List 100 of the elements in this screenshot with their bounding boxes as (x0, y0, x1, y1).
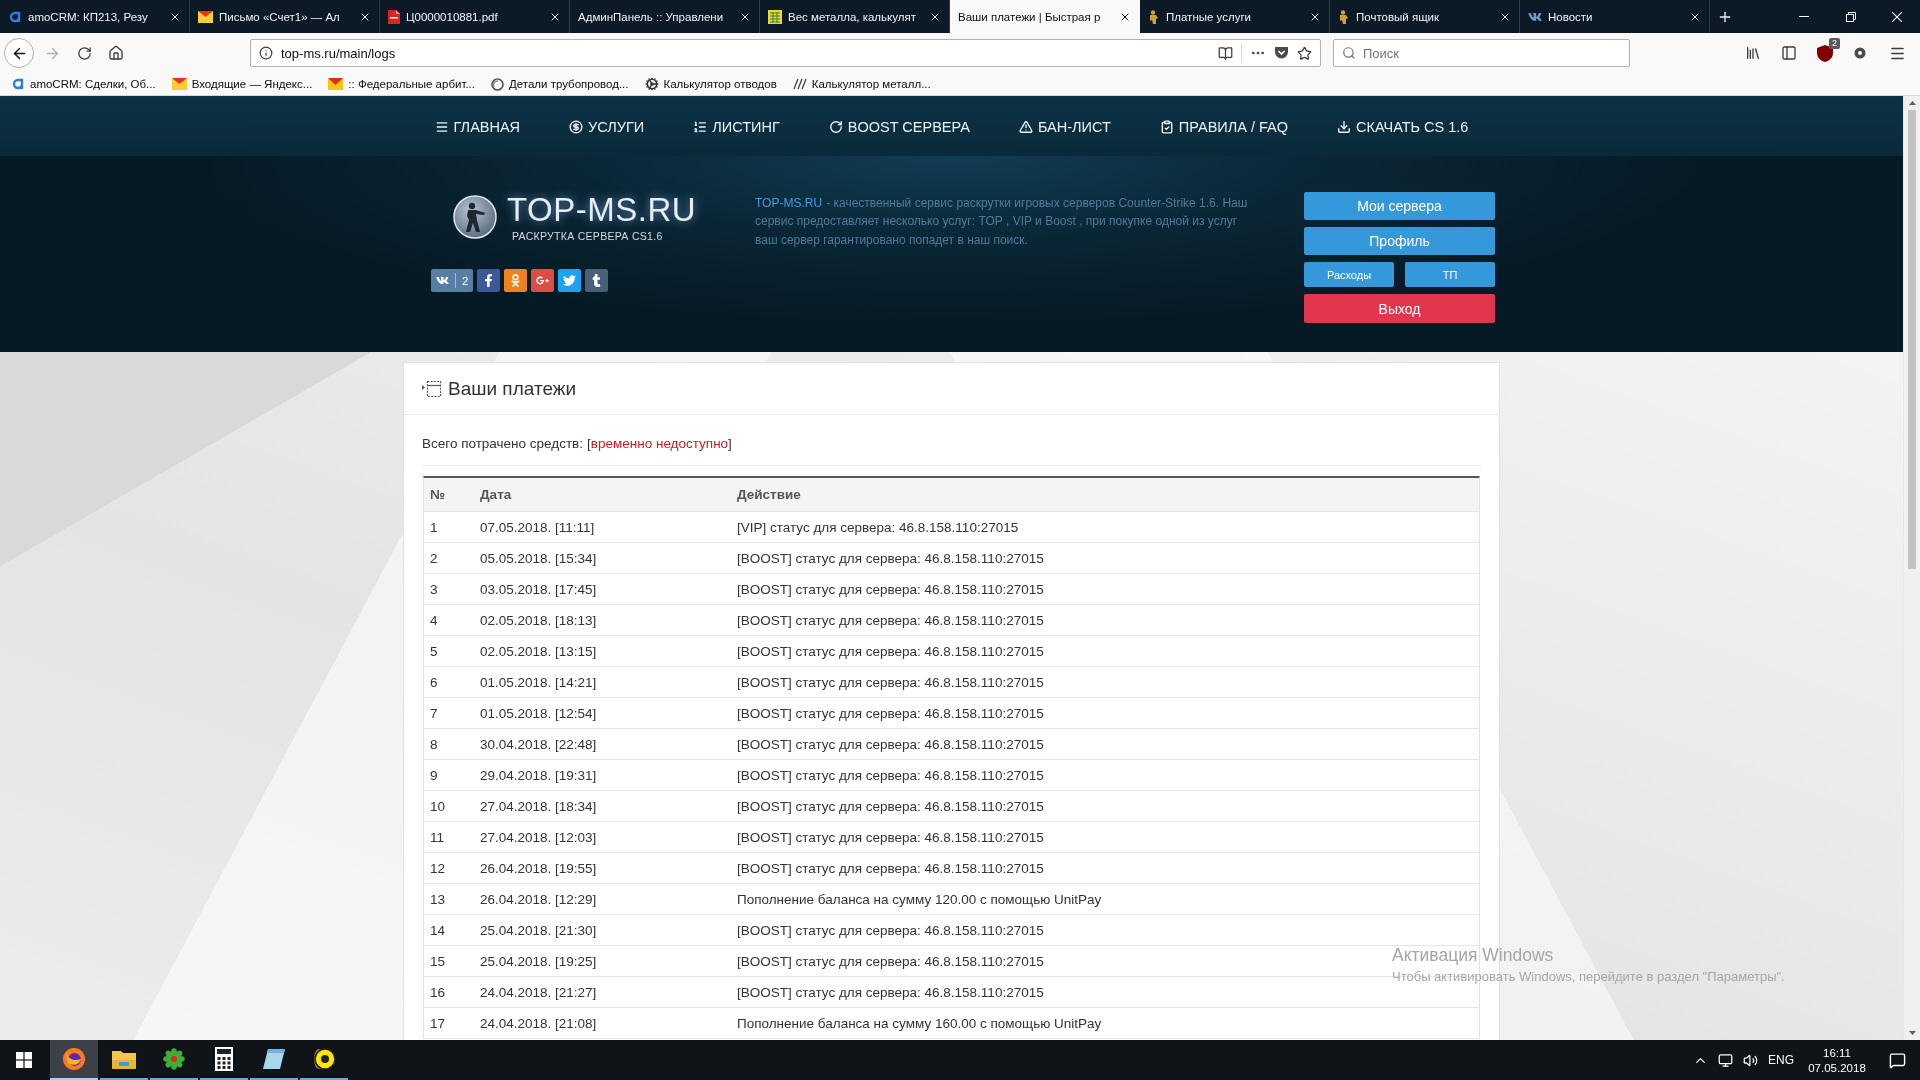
envelope-icon (198, 10, 213, 23)
language-button[interactable]: ENG (1762, 1040, 1800, 1080)
scroll-up-arrow-icon[interactable] (1908, 101, 1916, 105)
share-button[interactable] (477, 269, 501, 292)
account-button[interactable]: Выход (1304, 294, 1495, 323)
pocket-icon[interactable] (1274, 46, 1289, 60)
table-cell: [BOOST] статус для сервера: 46.8.158.110:27015 (737, 829, 1044, 845)
column-header: № (430, 487, 446, 502)
slash-lines-icon (792, 78, 807, 90)
site-link[interactable]: TOP-MS.RU (755, 196, 823, 210)
table-cell: Пополнение баланса на сумму 120.00 с помощью UnitPay (737, 891, 1102, 907)
clock-date: 07.05.2018 (1808, 1061, 1866, 1074)
swirl-icon (11, 77, 25, 91)
browser-tab[interactable]: Ваши платежи | Быстрая р (950, 0, 1140, 33)
table-cell: [BOOST] статус для сервера: 46.8.158.110:27015 (737, 674, 1044, 690)
back-button[interactable] (4, 38, 34, 68)
address-bar[interactable]: top-ms.ru/main/logs (250, 39, 1321, 67)
google-plus-icon (536, 274, 550, 287)
search-icon (1342, 46, 1356, 60)
table-cell: [BOOST] статус для сервера: 46.8.158.110:27015 (737, 643, 1044, 659)
notification-badge: 2 (1829, 38, 1840, 49)
table-cell: 24.04.2018. [21:27] (480, 984, 597, 1000)
share-button[interactable]: 2 (431, 269, 474, 292)
globe-icon (491, 77, 504, 91)
share-button[interactable] (585, 269, 609, 292)
logo-title: TOP-MS.RU (507, 192, 697, 228)
table-cell: 03.05.2018. [17:45] (480, 581, 597, 597)
url-text[interactable]: top-ms.ru/main/logs (281, 45, 1210, 61)
share-button[interactable] (504, 269, 528, 292)
windows-logo-icon (16, 1052, 32, 1068)
flag-icon (328, 78, 344, 90)
table-cell: 26.04.2018. [19:55] (480, 860, 597, 876)
table-cell: 1 (430, 519, 438, 535)
nav-link[interactable]: ПРАВИЛА / FAQ (1159, 119, 1288, 135)
share-button[interactable] (531, 269, 555, 292)
nav-link[interactable]: УСЛУГИ (569, 119, 645, 135)
extension-icon (1854, 47, 1866, 59)
table-cell: [BOOST] статус для сервера: 46.8.158.110:27015 (737, 922, 1044, 938)
figure-icon (1338, 9, 1350, 24)
warning-icon (1018, 120, 1033, 134)
taskbar-app-button[interactable] (50, 1040, 98, 1080)
volume-icon (1742, 1052, 1758, 1068)
nav-link[interactable]: ГЛАВНАЯ (434, 119, 521, 135)
share-button[interactable] (558, 269, 582, 292)
swirl-icon (8, 9, 22, 24)
bookmark-item[interactable]: :: Федеральные арбит... (325, 78, 478, 90)
table-cell: [BOOST] статус для сервера: 46.8.158.110:27015 (737, 860, 1044, 876)
scrollbar-thumb[interactable] (1908, 110, 1916, 569)
table-cell: [BOOST] статус для сервера: 46.8.158.110:27015 (737, 736, 1044, 752)
clipboard-check-icon (1159, 120, 1174, 134)
table-cell: Пополнение баланса на сумму 160.00 с помощью UnitPay (737, 1015, 1102, 1031)
folder-icon (112, 1049, 136, 1069)
nav-link[interactable]: БАН-ЛИСТ (1018, 119, 1111, 135)
bookmark-item[interactable]: Калькулятор отводов (641, 77, 780, 91)
flower-icon (163, 1048, 185, 1070)
panel-title: Ваши платежи (448, 377, 577, 400)
home-icon (108, 45, 124, 61)
close-icon (1892, 11, 1902, 22)
logo-subtitle: РАСКРУТКА СЕРВЕРА CS1.6 (512, 230, 664, 242)
table-cell: [BOOST] статус для сервера: 46.8.158.110:27015 (737, 767, 1044, 783)
shield-icon (1817, 44, 1833, 62)
refresh-icon (828, 120, 843, 134)
table-cell: 17 (430, 1015, 446, 1031)
table-cell: 29.04.2018. [19:31] (480, 767, 597, 783)
table-cell: [BOOST] статус для сервера: 46.8.158.110:27015 (737, 953, 1044, 969)
scrollbar-track[interactable] (1903, 96, 1920, 1040)
table-cell: [VIP] статус для сервера: 46.8.158.110:27015 (737, 519, 1019, 535)
bookmark-item[interactable]: Входящие — Яндекс... (168, 78, 316, 90)
document-icon (388, 9, 400, 24)
vk-icon (436, 274, 449, 287)
table-cell: 02.05.2018. [18:13] (480, 612, 597, 628)
nav-link[interactable]: ЛИСТИНГ (693, 119, 780, 135)
star-icon[interactable] (1297, 45, 1312, 61)
sidebar-icon (1781, 45, 1797, 61)
reader-view-icon[interactable] (1218, 45, 1233, 61)
menu-icon (434, 120, 449, 134)
scroll-down-arrow-icon[interactable] (1908, 1031, 1916, 1035)
bookmark-item[interactable]: amoCRM: Сделки, Об... (8, 77, 159, 91)
bookmark-item[interactable]: Калькулятор металл... (789, 78, 934, 90)
search-field[interactable]: Поиск (1333, 39, 1630, 67)
table-cell: 12 (430, 860, 446, 876)
nav-link[interactable]: BOOST СЕРВЕРА (828, 119, 970, 135)
library-icon (1745, 45, 1761, 61)
nav-link[interactable]: СКАЧАТЬ CS 1.6 (1337, 119, 1469, 135)
table-cell: 13 (430, 891, 446, 907)
table-cell: 11 (430, 829, 444, 845)
info-icon[interactable] (259, 46, 273, 60)
table-cell: [BOOST] статус для сервера: 46.8.158.110:27015 (737, 550, 1044, 566)
table-cell: [BOOST] статус для сервера: 46.8.158.110:27015 (737, 612, 1044, 628)
spent-total-text: Всего потрачено средств: [временно недоступно] (422, 415, 1481, 466)
numbered-list-icon (693, 120, 708, 134)
calculator-icon (215, 1047, 233, 1071)
extension-button[interactable]: 2 (1810, 39, 1840, 67)
download-icon (1337, 120, 1351, 134)
table-cell: 7 (430, 705, 438, 721)
bookmark-item[interactable]: Детали трубопровод... (488, 77, 632, 91)
table-cell: 25.04.2018. [21:30] (480, 922, 597, 938)
table-cell: 02.05.2018. [13:15] (480, 643, 597, 659)
table-cell: 27.04.2018. [18:34] (480, 798, 597, 814)
soldier-logo-icon (453, 195, 497, 239)
